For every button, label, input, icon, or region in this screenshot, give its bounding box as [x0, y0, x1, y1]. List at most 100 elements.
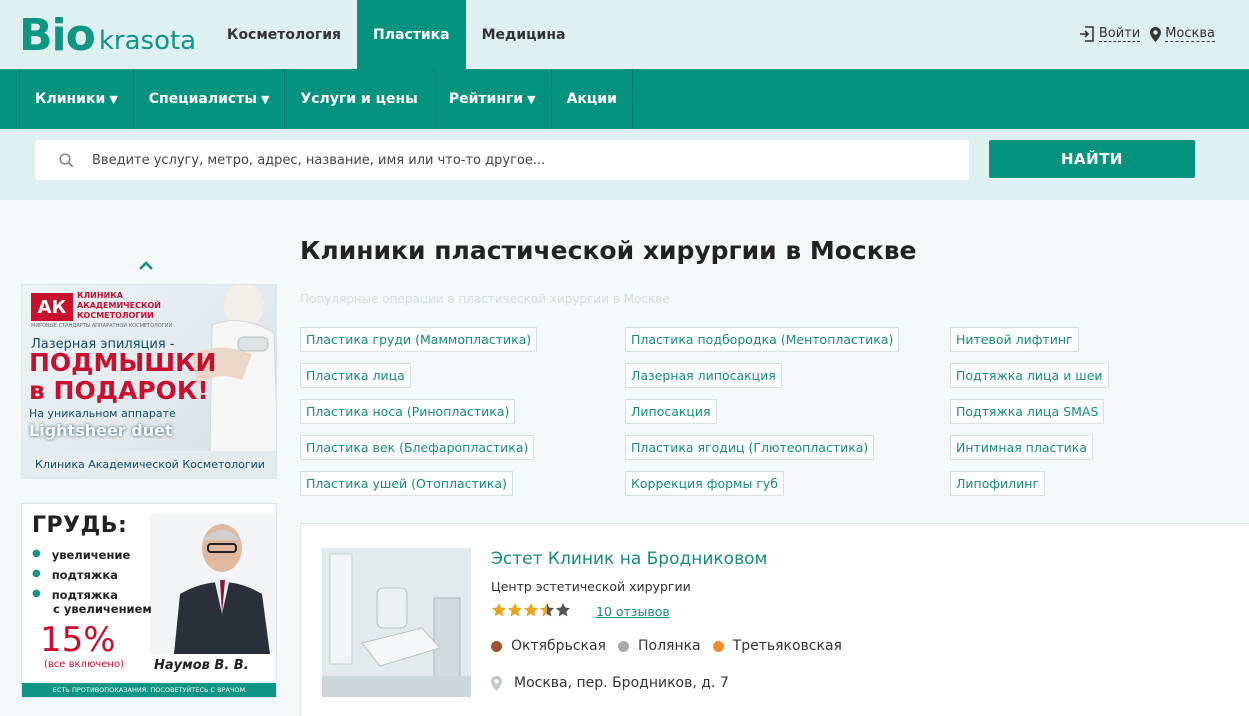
ad2-disclaimer: ЕСТЬ ПРОТИВОПОКАЗАНИЯ. ПОСОВЕТУЙТЕСЬ С В… [22, 683, 276, 697]
logo-krasota: krasota [98, 26, 197, 56]
tag-link[interactable]: Подтяжка лица и шеи [950, 363, 1109, 388]
clinic-name[interactable]: Эстет Клиник на Бродниковом [491, 549, 767, 569]
clinic-address: Москва, пер. Бродников, д. 7 [491, 675, 729, 691]
tag-link[interactable]: Нитевой лифтинг [950, 327, 1079, 352]
ak-logo: АК [31, 293, 73, 321]
page-title: Клиники пластической хирургии в Москве [300, 236, 917, 265]
metro-station: Полянка [617, 638, 701, 654]
location-pin-icon [491, 675, 502, 691]
tag-link[interactable]: Интимная пластика [950, 435, 1093, 460]
tag-link[interactable]: Пластика век (Блефаропластика) [300, 435, 535, 460]
tag-link[interactable]: Подтяжка лица SMAS [950, 399, 1105, 424]
tag-link[interactable]: Пластика носа (Ринопластика) [300, 399, 516, 424]
metro-name: Октябрьская [511, 638, 606, 654]
metro-stations: Октябрьская Полянка Третьяковская [491, 638, 854, 654]
ad2-bullet: ● подтяжка [32, 568, 118, 582]
metro-dot-icon [712, 640, 724, 652]
bullet-dot: ● [32, 568, 41, 579]
tab-plastics[interactable]: Пластика [357, 0, 466, 69]
logo-bio: Bio [19, 10, 96, 61]
nav-clinics-label: Клиники [35, 91, 106, 107]
metro-station: Октябрьская [491, 638, 606, 654]
nav-ratings[interactable]: Рейтинги ▼ [434, 69, 552, 129]
ad-banner-laser-epilation[interactable]: АК КЛИНИКА АКАДЕМИЧЕСКОЙ КОСМЕТОЛОГИИ МИ… [21, 284, 277, 479]
location-pin-icon [1150, 26, 1162, 42]
ad1-line4: Lightsheer duet [29, 421, 173, 440]
rating-stars [491, 602, 571, 618]
nav-promotions[interactable]: Акции [552, 69, 633, 129]
login-label: Войти [1098, 26, 1141, 42]
metro-dot-icon [491, 640, 502, 652]
city-selector[interactable]: Москва [1150, 26, 1215, 42]
caret-down-icon: ▼ [527, 92, 536, 106]
nav-ratings-label: Рейтинги [448, 91, 524, 107]
tag-link[interactable]: Пластика ягодиц (Глютеопластика) [625, 435, 875, 460]
metro-dot-icon [617, 640, 629, 652]
tab-cosmetology[interactable]: Косметология [211, 0, 357, 69]
tab-medicine[interactable]: Медицина [466, 0, 582, 69]
login-link[interactable]: Войти [1079, 26, 1141, 42]
site-logo[interactable]: Bio krasota [19, 10, 196, 60]
top-links: Войти Москва [1079, 26, 1215, 42]
star-half-icon [540, 603, 554, 617]
ad2-doctor-name: Наумов В. В. [154, 658, 249, 673]
ad1-line3: На уникальном аппарате [29, 407, 176, 420]
ad2-bullet-text: подтяжка [51, 568, 118, 582]
ad2-bullet: ● увеличение [32, 548, 130, 562]
nav-clinics[interactable]: Клиники ▼ [20, 69, 134, 129]
metro-name: Третьяковская [732, 638, 842, 654]
caret-down-icon: ▼ [261, 92, 270, 106]
ad-banner-breast[interactable]: ГРУДЬ: ● увеличение ● подтяжка ● подтяжк… [21, 503, 277, 698]
top-bar: Bio krasota Косметология Пластика Медици… [0, 0, 1249, 69]
ad2-discount: 15% [40, 620, 116, 660]
ad1-line2: ПОДМЫШКИ в ПОДАРОК! [29, 348, 217, 405]
doctor-photo [150, 514, 276, 654]
ad2-bullet-text: подтяжка [51, 588, 118, 602]
search-box [35, 140, 969, 180]
star-full-icon [492, 603, 506, 617]
popular-operations-label: Популярные операции в пластической хирур… [300, 292, 670, 306]
metro-station: Третьяковская [712, 638, 842, 654]
bullet-dot: ● [32, 548, 41, 559]
search-button[interactable]: НАЙТИ [989, 140, 1195, 178]
nav-specialists-label: Специалисты [148, 91, 257, 107]
tag-link[interactable]: Лазерная липосакция [625, 363, 782, 388]
clinic-type: Центр эстетической хирургии [491, 579, 691, 594]
ad1-tagline: МИРОВЫЕ СТАНДАРТЫ АППАРАТНОЙ КОСМЕТОЛОГИ… [31, 323, 173, 329]
login-icon [1079, 26, 1094, 42]
tag-link[interactable]: Пластика ушей (Отопластика) [300, 471, 513, 496]
nav-promotions-label: Акции [566, 91, 617, 107]
search-icon [59, 152, 74, 167]
ad2-bullet-text: с увеличением [53, 602, 152, 616]
tag-link[interactable]: Пластика лица [300, 363, 411, 388]
address-text: Москва, пер. Бродников, д. 7 [514, 675, 729, 691]
tag-link[interactable]: Липофилинг [950, 471, 1046, 496]
main-nav: Клиники ▼ Специалисты ▼ Услуги и цены Ре… [0, 69, 1249, 129]
metro-name: Полянка [637, 638, 701, 654]
ad2-bullet: ● подтяжка [32, 588, 118, 602]
ad2-heading: ГРУДЬ: [32, 513, 128, 538]
ad1-clinic-name: КЛИНИКА АКАДЕМИЧЕСКОЙ КОСМЕТОЛОГИИ [77, 291, 162, 320]
nav-specialists[interactable]: Специалисты ▼ [134, 69, 286, 129]
nav-services-label: Услуги и цены [300, 91, 418, 107]
search-input[interactable] [92, 152, 892, 168]
ad2-bullet-continuation: с увеличением [53, 602, 152, 616]
top-tabs: Косметология Пластика Медицина [211, 0, 581, 69]
ad2-included: (все включено) [44, 659, 124, 670]
bullet-dot: ● [32, 588, 41, 599]
search-band: НАЙТИ [0, 129, 1249, 200]
tag-link[interactable]: Липосакция [625, 399, 717, 424]
nav-services-prices[interactable]: Услуги и цены [285, 69, 434, 129]
ad2-bullet-text: увеличение [51, 548, 131, 562]
chevron-up-icon[interactable] [137, 258, 155, 272]
clinic-photo[interactable] [322, 548, 471, 697]
tag-link[interactable]: Пластика груди (Маммопластика) [300, 327, 538, 352]
caret-down-icon: ▼ [109, 92, 118, 106]
reviews-link[interactable]: 10 отзывов [596, 604, 670, 619]
tag-link[interactable]: Пластика подбородка (Ментопластика) [625, 327, 900, 352]
star-full-icon [508, 603, 522, 617]
tag-link[interactable]: Коррекция формы губ [625, 471, 784, 496]
star-full-icon [524, 603, 538, 617]
star-empty-icon [556, 603, 570, 617]
ad1-footer: Клиника Академической Косметологии [22, 451, 276, 478]
